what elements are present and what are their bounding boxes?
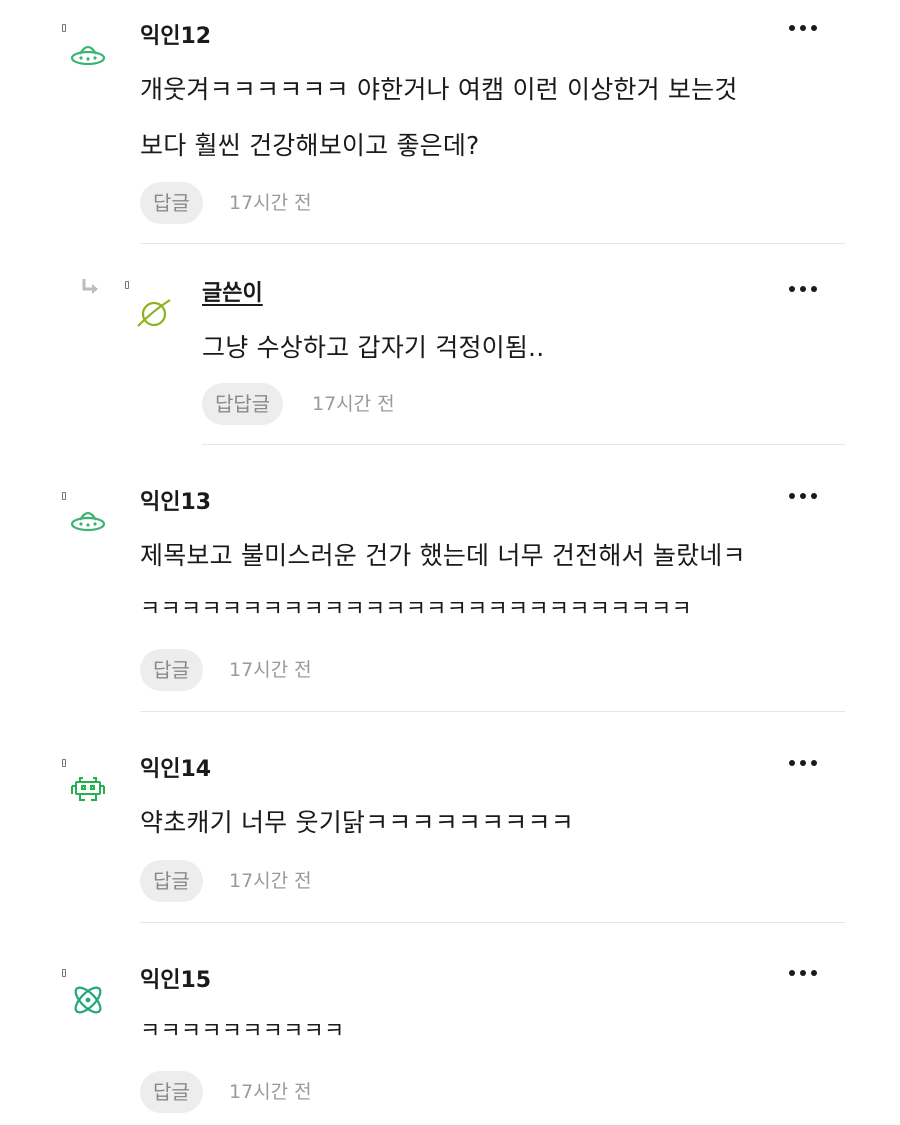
reply-button[interactable]: 답글 — [140, 182, 203, 224]
comment-text-line: 보다 훨씬 건강해보이고 좋은데? — [140, 131, 480, 160]
more-options-icon[interactable] — [786, 488, 820, 504]
more-options-icon[interactable] — [786, 755, 820, 771]
badge-marker-icon — [125, 281, 129, 289]
reply-button[interactable]: 답글 — [140, 649, 203, 691]
comment-timestamp: 17시간 전 — [229, 192, 312, 214]
comment-timestamp: 17시간 전 — [229, 870, 312, 892]
reply-button[interactable]: 답글 — [140, 860, 203, 902]
comment-timestamp: 17시간 전 — [229, 1081, 312, 1103]
reply-button[interactable]: 답글 — [140, 1071, 203, 1113]
atom-icon[interactable] — [66, 978, 110, 1022]
comment-author[interactable]: 익인12 — [140, 23, 211, 51]
comment-divider — [140, 922, 845, 923]
more-options-icon[interactable] — [786, 20, 820, 36]
badge-marker-icon — [62, 759, 66, 767]
comment-divider — [140, 243, 845, 244]
comment-divider — [202, 444, 845, 445]
badge-marker-icon — [62, 492, 66, 500]
ufo-icon[interactable] — [66, 34, 110, 78]
comment-text-line: 약초캐기 너무 웃기닭ㅋㅋㅋㅋㅋㅋㅋㅋㅋ — [140, 808, 574, 837]
comment-text-line: ㅋㅋㅋㅋㅋㅋㅋㅋㅋㅋㅋㅋㅋㅋㅋㅋㅋㅋㅋㅋㅋㅋㅋㅋㅋㅋㅋ — [140, 597, 692, 622]
comment-text-line: ㅋㅋㅋㅋㅋㅋㅋㅋㅋㅋ — [140, 1019, 345, 1044]
comment-author[interactable]: 익인13 — [140, 489, 211, 517]
comment-author[interactable]: 글쓴이 — [202, 280, 263, 308]
comment-text-line: 개웃겨ㅋㅋㅋㅋㅋㅋ 야한거나 여캠 이런 이상한거 보는것 — [140, 75, 738, 104]
more-options-icon[interactable] — [786, 965, 820, 981]
badge-marker-icon — [62, 969, 66, 977]
comment-timestamp: 17시간 전 — [312, 393, 395, 415]
ufo-icon[interactable] — [66, 500, 110, 544]
comment-text-line: 그냥 수상하고 갑자기 걱정이됨.. — [202, 333, 545, 362]
comment-divider — [140, 711, 845, 712]
comment-text-line: 제목보고 불미스러운 건가 했는데 너무 건전해서 놀랐네ㅋ — [140, 541, 746, 570]
reply-button[interactable]: 답답글 — [202, 383, 284, 425]
comment-timestamp: 17시간 전 — [229, 659, 312, 681]
space-invader-icon[interactable] — [66, 768, 110, 812]
more-options-icon[interactable] — [786, 281, 820, 297]
comment-author[interactable]: 익인15 — [140, 967, 211, 995]
reply-arrow-icon — [82, 279, 98, 294]
badge-marker-icon — [62, 24, 66, 32]
comment-author[interactable]: 익인14 — [140, 756, 211, 784]
planet-icon[interactable] — [132, 292, 176, 336]
